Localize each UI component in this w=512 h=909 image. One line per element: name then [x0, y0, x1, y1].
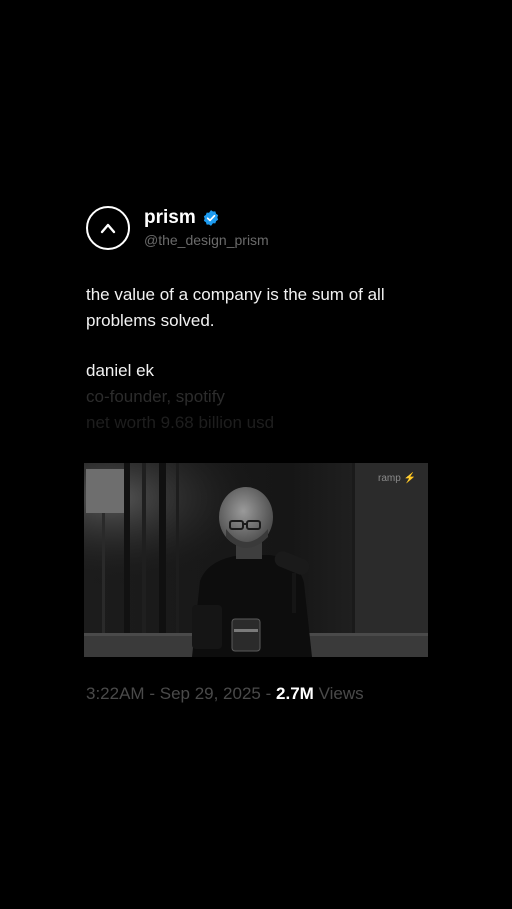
- post-body: the value of a company is the sum of all…: [86, 282, 428, 436]
- media-watermark: ramp ⚡: [377, 473, 416, 484]
- video-frame-image: [84, 463, 428, 657]
- caret-up-logo-icon: [100, 223, 116, 234]
- post-card: prism @the_design_prism the value of a c…: [86, 204, 428, 436]
- verified-badge-icon: [202, 209, 220, 227]
- post-meta: 3:22AM - Sep 29, 2025 - 2.7M Views: [86, 683, 364, 705]
- attribution-detail: net worth 9.68 billion usd: [86, 413, 275, 432]
- post-date[interactable]: Sep 29, 2025: [160, 684, 261, 703]
- author-handle[interactable]: @the_design_prism: [144, 231, 269, 249]
- quote-text: the value of a company is the sum of all…: [86, 282, 428, 334]
- attribution-role: co-founder, spotify: [86, 387, 225, 406]
- quote-line-1: the value of a company is the sum of all: [86, 285, 385, 304]
- post-time[interactable]: 3:22AM: [86, 684, 145, 703]
- video-thumbnail[interactable]: ramp ⚡: [84, 463, 428, 657]
- author-name-row: prism: [144, 207, 269, 229]
- post-header: prism @the_design_prism: [86, 204, 428, 252]
- attribution-name: daniel ek: [86, 361, 155, 380]
- meta-separator: -: [149, 684, 155, 703]
- meta-separator: -: [265, 684, 272, 703]
- views-count[interactable]: 2.7M: [276, 684, 314, 703]
- avatar[interactable]: [86, 206, 130, 250]
- views-label: Views: [318, 684, 364, 703]
- author-identity: prism @the_design_prism: [144, 207, 269, 249]
- quote-line-2: problems solved.: [86, 311, 215, 330]
- author-name[interactable]: prism: [144, 207, 196, 229]
